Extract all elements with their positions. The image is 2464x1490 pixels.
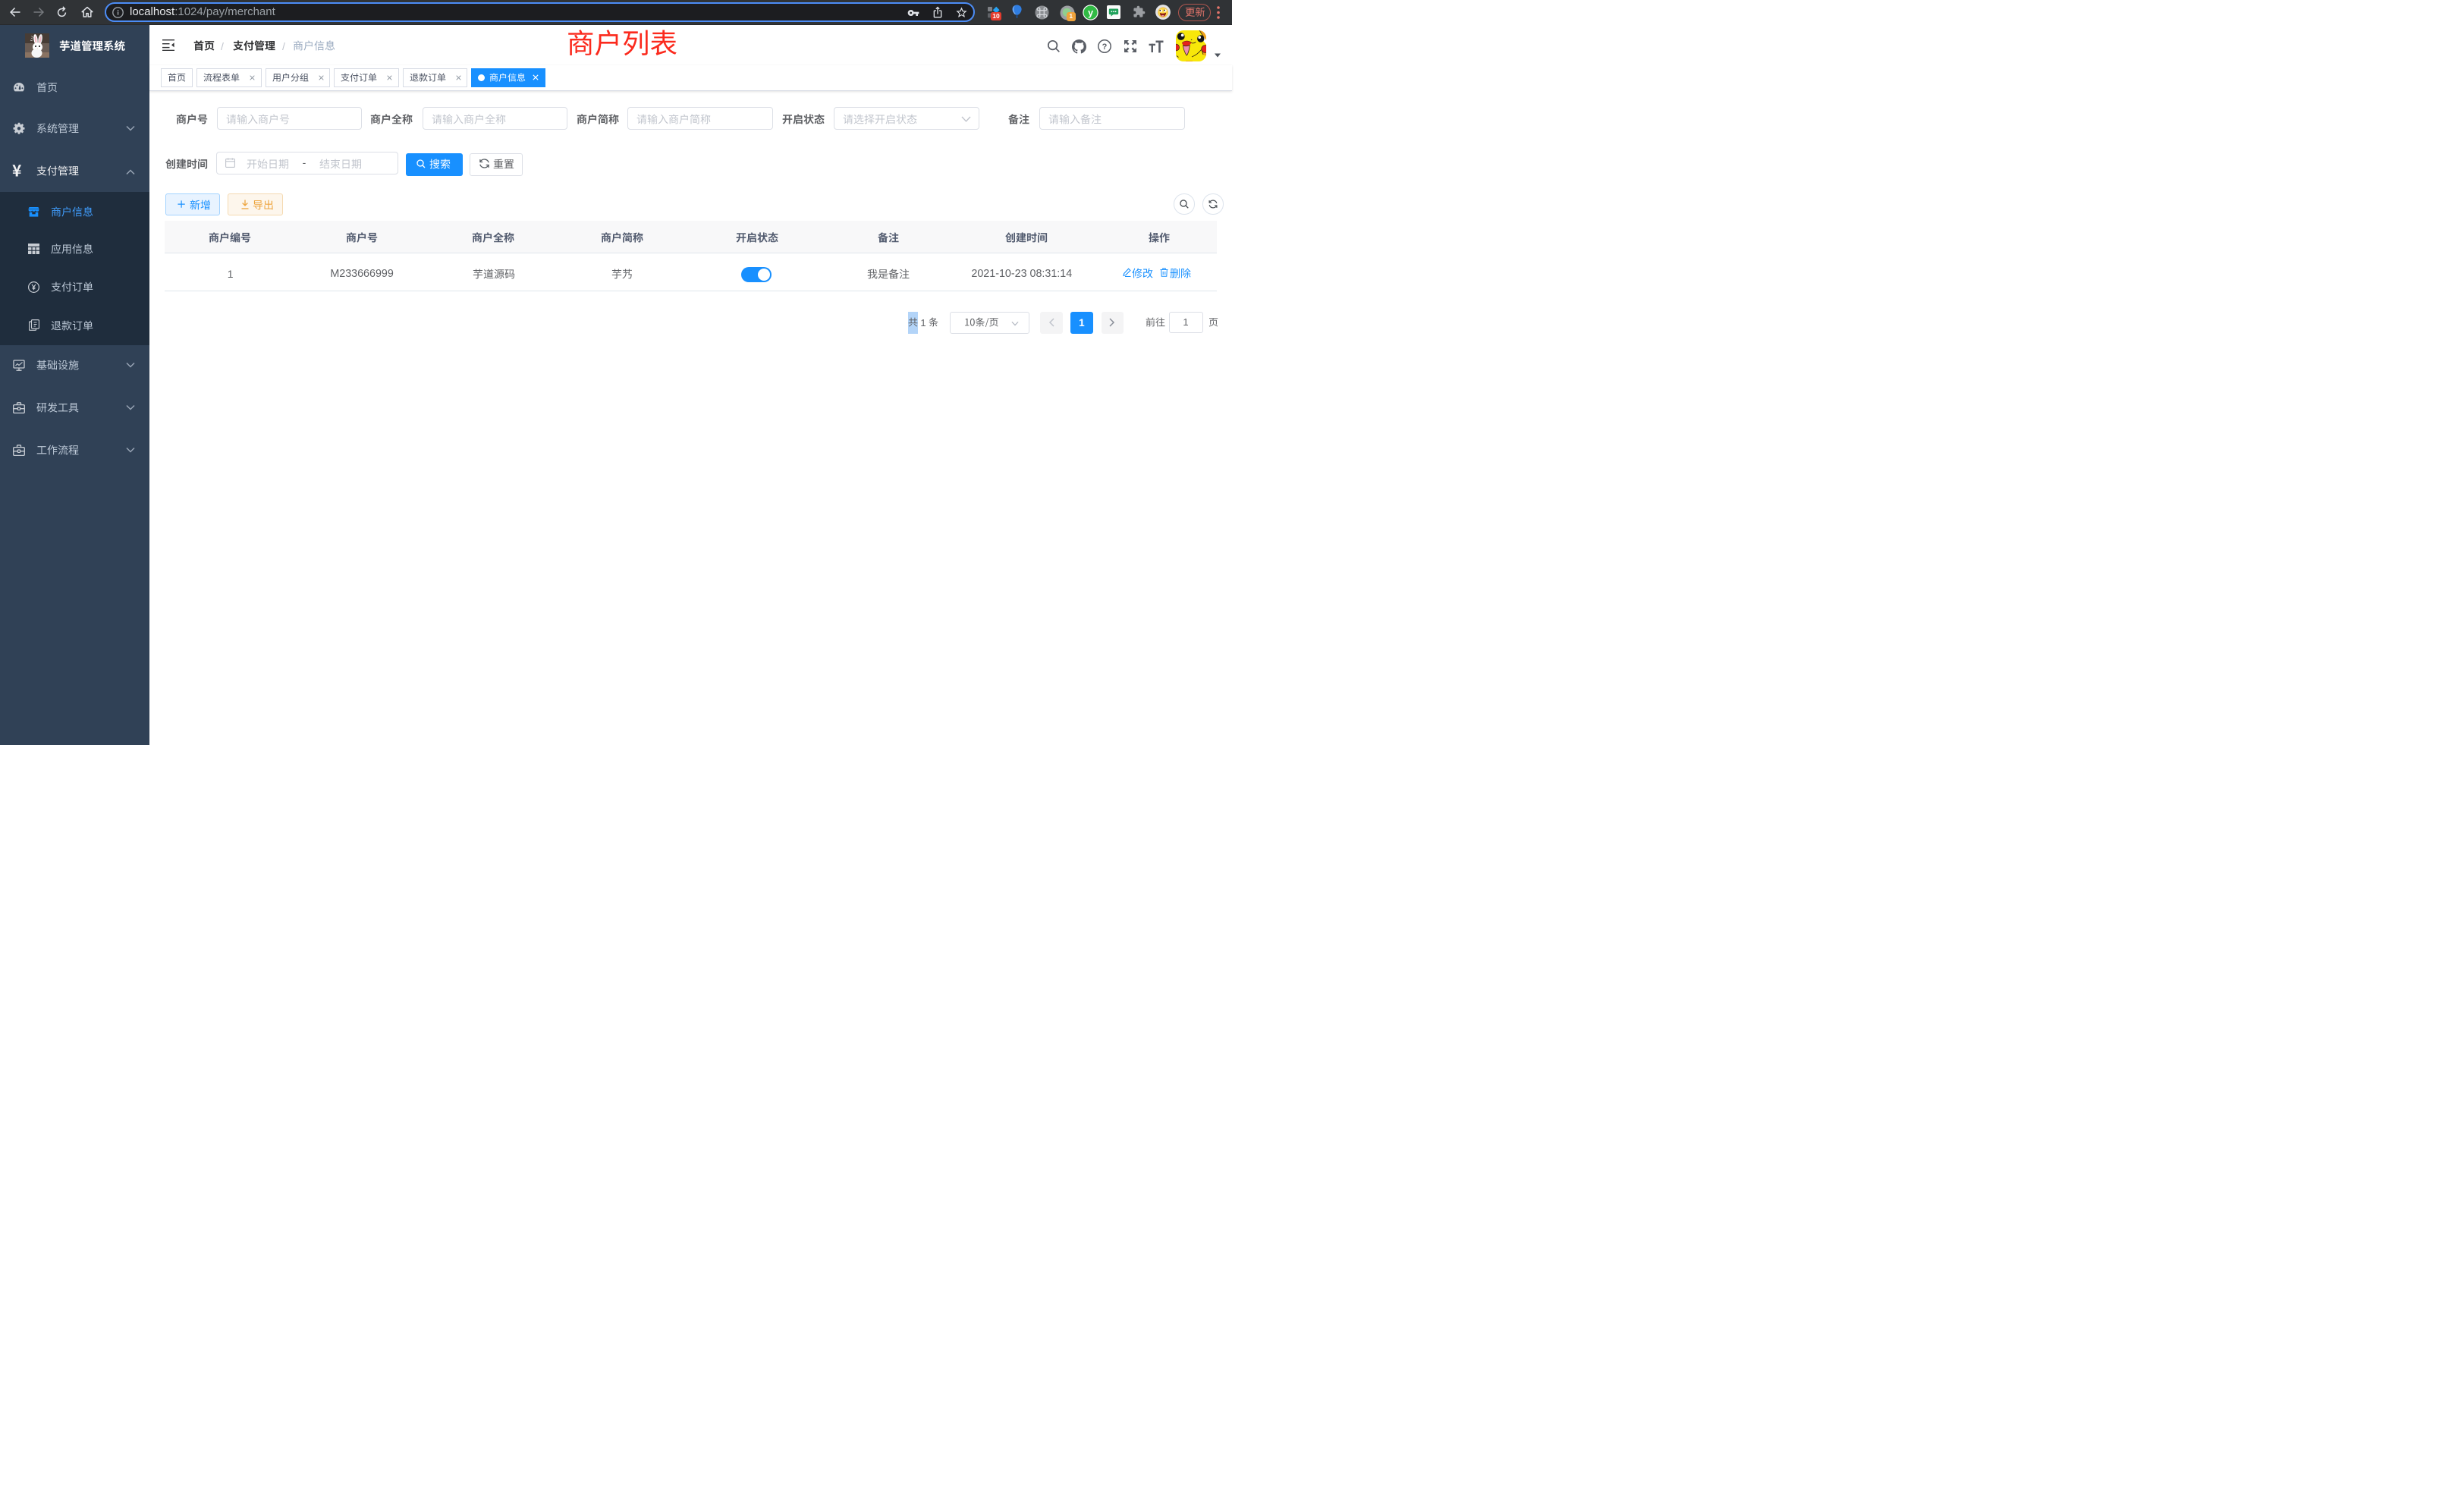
svg-text:y: y [1088, 8, 1093, 18]
svg-text:?: ? [1102, 42, 1108, 52]
